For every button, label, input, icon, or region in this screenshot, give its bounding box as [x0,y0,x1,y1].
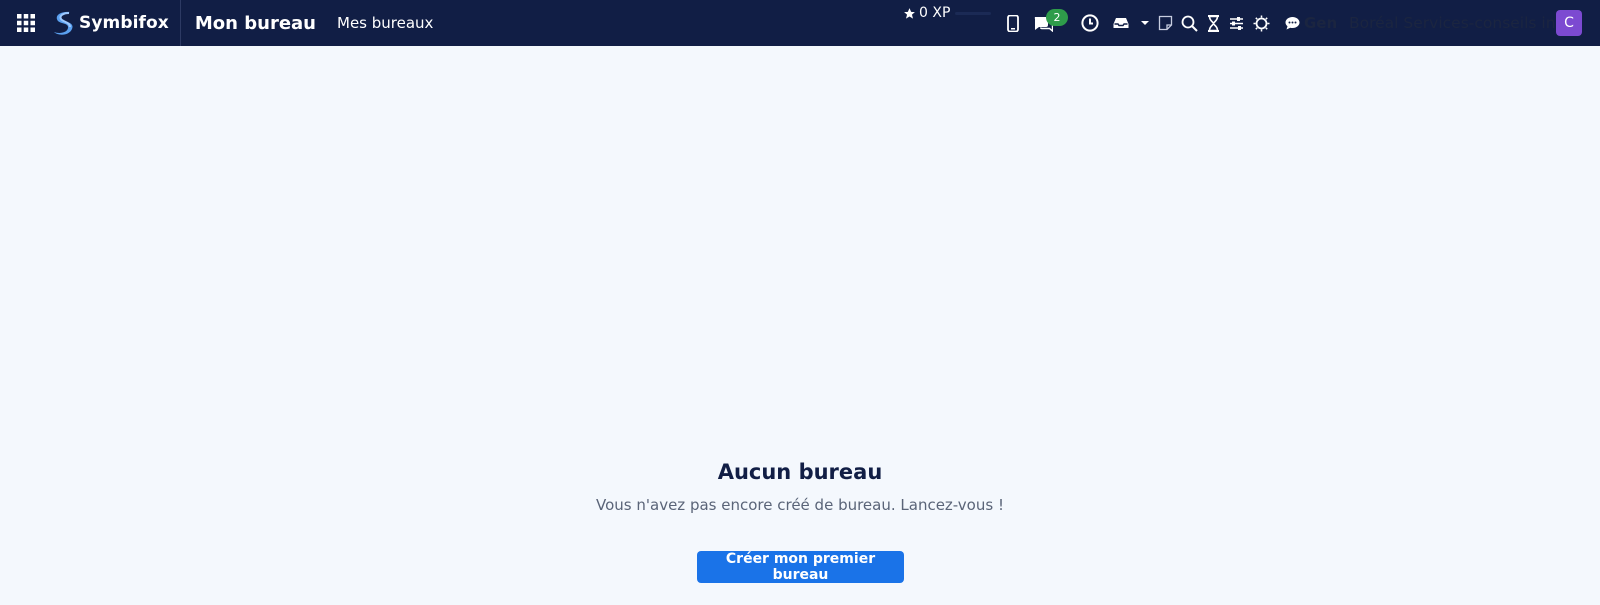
user-avatar[interactable]: C [1556,10,1582,36]
apps-menu-button[interactable] [0,0,52,46]
inbox-icon [1113,18,1129,28]
chat-bubble-icon [1285,17,1300,30]
clock-icon [1081,14,1099,32]
create-first-desk-button[interactable]: Créer mon premier bureau [697,551,904,583]
menu-item-mes-bureaux[interactable]: Mes bureaux [337,14,433,32]
brand-logo[interactable]: Symbifox [52,0,181,46]
company-name: Boréal Services-conseils inc. [1349,14,1570,32]
inbox-dropdown-toggle[interactable] [1141,0,1149,46]
app-title[interactable]: Mon bureau [195,13,316,34]
messages-count-badge: 2 [1046,9,1068,26]
hourglass-icon [1208,14,1219,32]
note-icon [1158,15,1173,31]
star-icon [904,7,915,19]
settings-button[interactable] [1229,0,1244,46]
sliders-icon [1230,16,1243,30]
inbox-button[interactable] [1113,0,1129,46]
symbifox-logo-icon [54,11,73,35]
empty-state-subtitle: Vous n'avez pas encore créé de bureau. L… [596,496,1004,514]
empty-state: Aucun bureau Vous n'avez pas encore créé… [0,460,1600,514]
search-icon [1181,15,1198,32]
theme-toggle-button[interactable] [1253,0,1270,46]
mobile-button[interactable] [1007,0,1019,46]
timer-button[interactable] [1207,0,1220,46]
sun-icon [1253,15,1270,31]
empty-state-title: Aucun bureau [717,460,883,484]
brand-name: Symbifox [79,13,169,33]
search-button[interactable] [1181,0,1198,46]
mobile-icon [1007,14,1019,32]
gen-assistant-button[interactable]: Gen [1285,0,1337,46]
xp-counter[interactable]: 0 XP [903,5,950,21]
company-switcher[interactable]: Boréal Services-conseils inc. [1349,0,1569,46]
activity-button[interactable] [1081,0,1099,46]
xp-label: 0 XP [919,5,951,21]
gen-label: Gen [1304,14,1338,32]
xp-progress-bar [955,12,991,15]
grid-apps-icon [17,14,35,32]
caret-icon [1141,21,1149,25]
notes-button[interactable] [1158,0,1173,46]
